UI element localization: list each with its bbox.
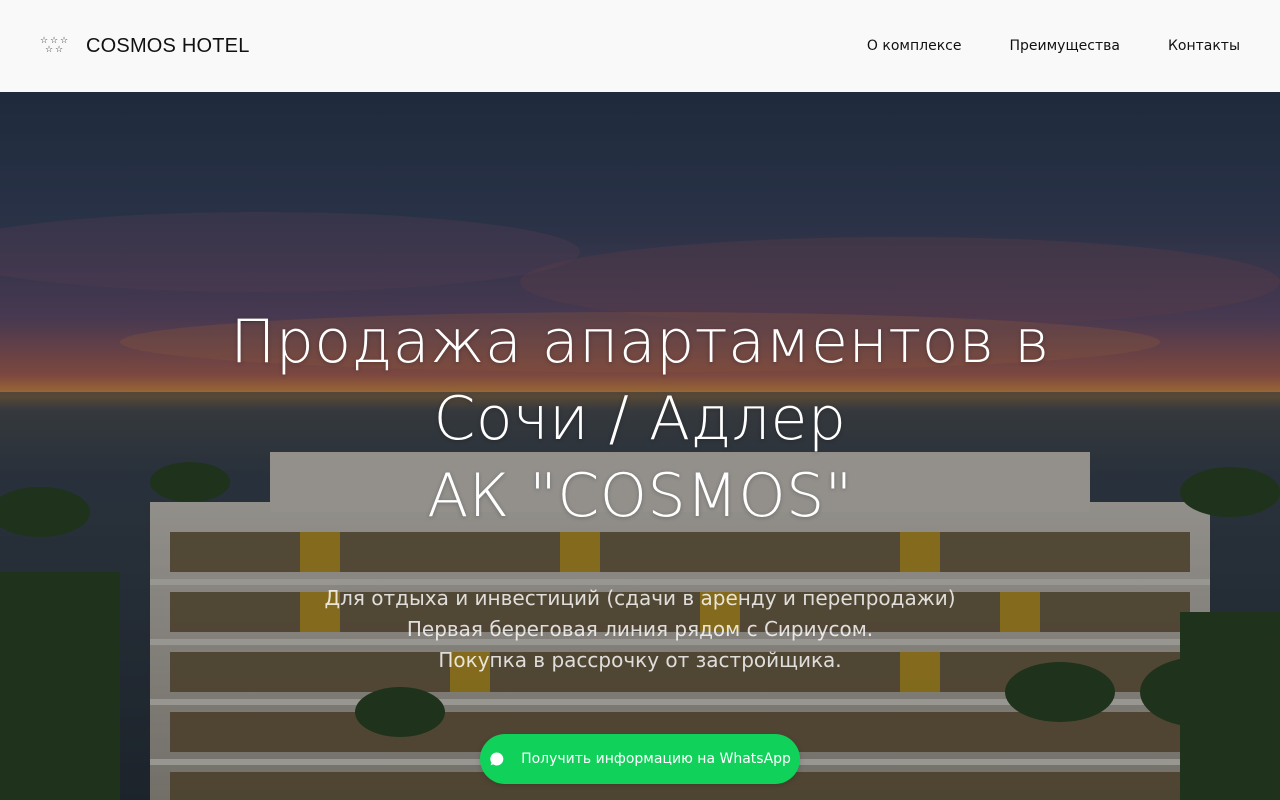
- nav-link-advantages[interactable]: Преимущества: [1009, 38, 1119, 54]
- whatsapp-chat-icon: [490, 752, 504, 766]
- main-nav: О комплексе Преимущества Контакты: [867, 38, 1240, 54]
- hero-title-line: АК "COSMOS": [427, 461, 853, 531]
- whatsapp-button-label: Получить информацию на WhatsApp: [521, 751, 791, 767]
- hero-section: Продажа апартаментов в Сочи / Адлер АК "…: [0, 92, 1280, 800]
- stars-icon: ☆ ☆ ☆ ☆ ☆: [40, 36, 69, 55]
- hero-title-line: Сочи / Адлер: [433, 384, 847, 454]
- nav-link-contacts[interactable]: Контакты: [1168, 38, 1240, 54]
- hero-subtitle-line: Для отдыха и инвестиций (сдачи в аренду …: [324, 586, 956, 610]
- logo-text: COSMOS HOTEL: [86, 34, 250, 57]
- hero-content: Продажа апартаментов в Сочи / Адлер АК "…: [0, 92, 1280, 800]
- nav-link-about[interactable]: О комплексе: [867, 38, 962, 54]
- whatsapp-button[interactable]: Получить информацию на WhatsApp: [480, 734, 800, 784]
- hero-subtitle: Для отдыха и инвестиций (сдачи в аренду …: [324, 583, 955, 676]
- hero-title: Продажа апартаментов в Сочи / Адлер АК "…: [230, 304, 1050, 535]
- hero-subtitle-line: Покупка в рассрочку от застройщика.: [438, 648, 842, 672]
- site-header: ☆ ☆ ☆ ☆ ☆ COSMOS HOTEL О комплексе Преим…: [0, 0, 1280, 92]
- logo[interactable]: ☆ ☆ ☆ ☆ ☆ COSMOS HOTEL: [40, 35, 250, 58]
- hero-title-line: Продажа апартаментов в: [230, 307, 1050, 377]
- hero-subtitle-line: Первая береговая линия рядом с Сириусом.: [406, 617, 874, 641]
